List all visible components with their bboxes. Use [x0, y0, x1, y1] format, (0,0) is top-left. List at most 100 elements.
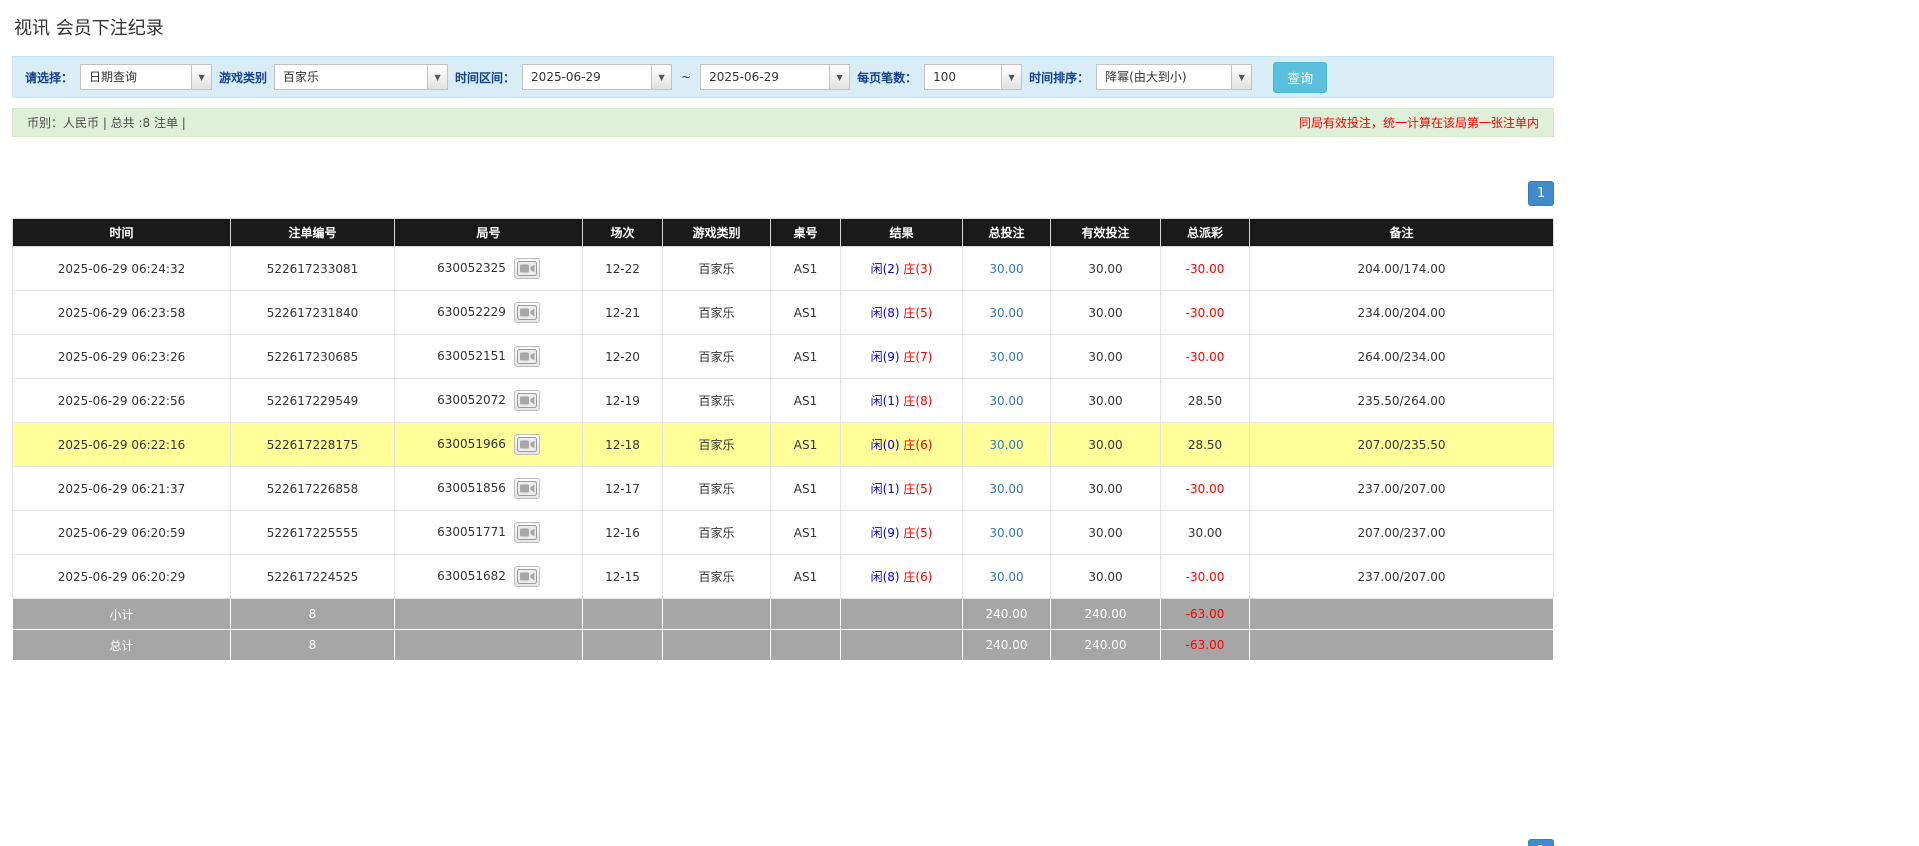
- result-banker: 庄(6): [903, 438, 933, 452]
- view-round-media-button[interactable]: [513, 522, 540, 543]
- cell-table-no: AS1: [770, 378, 841, 423]
- header-result: 结果: [840, 218, 963, 247]
- total-payout: -63.00: [1160, 629, 1250, 661]
- total-bet-link[interactable]: 30.00: [989, 306, 1023, 320]
- cell-session: 12-18: [582, 422, 663, 467]
- date-type-combobox[interactable]: 日期查询 ▼: [80, 64, 213, 90]
- result-player: 闲(0): [870, 438, 900, 452]
- result-player: 闲(8): [870, 570, 900, 584]
- cell-session: 12-22: [582, 246, 663, 291]
- cell-payout: -30.00: [1160, 554, 1250, 599]
- total-bet-link[interactable]: 30.00: [989, 394, 1023, 408]
- cell-table-no: AS1: [770, 466, 841, 511]
- header-session: 场次: [582, 218, 663, 247]
- view-round-media-button[interactable]: [513, 302, 540, 323]
- chevron-down-icon[interactable]: ▼: [427, 65, 448, 89]
- cell-game-type: 百家乐: [662, 422, 771, 467]
- cell-total-bet: 30.00: [962, 290, 1051, 335]
- total-bet-link[interactable]: 30.00: [989, 350, 1023, 364]
- cell-time: 2025-06-29 06:22:56: [12, 378, 231, 423]
- header-table-no: 桌号: [770, 218, 841, 247]
- view-round-media-button[interactable]: [513, 258, 540, 279]
- total-bet-link[interactable]: 30.00: [989, 482, 1023, 496]
- bet-records-table: 时间 注单编号 局号 场次 游戏类别 桌号 结果 总投注 有效投注 总派彩 备注…: [12, 218, 1554, 661]
- total-bet-link[interactable]: 30.00: [989, 438, 1023, 452]
- cell-round-no: 630052151: [394, 334, 583, 379]
- chevron-down-icon[interactable]: ▼: [1231, 65, 1252, 89]
- round-number: 630051682: [437, 569, 506, 583]
- header-remark: 备注: [1249, 218, 1554, 247]
- cell-result: 闲(9) 庄(7): [840, 334, 963, 379]
- header-game-type: 游戏类别: [662, 218, 771, 247]
- cell-payout: -30.00: [1160, 290, 1250, 335]
- result-player: 闲(8): [870, 306, 900, 320]
- chevron-down-icon[interactable]: ▼: [1001, 65, 1022, 89]
- round-number: 630052325: [437, 261, 506, 275]
- cell-session: 12-19: [582, 378, 663, 423]
- cell-payout: -30.00: [1160, 246, 1250, 291]
- subtotal-valid-bet: 240.00: [1050, 598, 1161, 630]
- cell-bet-no: 522617231840: [230, 290, 395, 335]
- cell-time: 2025-06-29 06:23:26: [12, 334, 231, 379]
- view-round-media-button[interactable]: [513, 346, 540, 367]
- result-player: 闲(1): [870, 394, 900, 408]
- select-type-label: 请选择：: [25, 70, 74, 85]
- cell-result: 闲(1) 庄(5): [840, 466, 963, 511]
- search-button[interactable]: 查询: [1273, 61, 1328, 93]
- page-button-1[interactable]: 1: [1528, 839, 1554, 846]
- table-row: 2025-06-29 06:21:37 522617226858 6300518…: [12, 466, 1554, 511]
- chevron-down-icon[interactable]: ▼: [829, 65, 850, 89]
- view-round-media-button[interactable]: [513, 478, 540, 499]
- date-from-combobox[interactable]: 2025-06-29 ▼: [522, 64, 673, 90]
- pagination-bottom: 1: [12, 839, 1554, 846]
- cell-result: 闲(9) 庄(5): [840, 510, 963, 555]
- sort-order-label: 时间排序：: [1029, 70, 1090, 85]
- cell-payout: 28.50: [1160, 422, 1250, 467]
- cell-round-no: 630052325: [394, 246, 583, 291]
- round-number: 630051966: [437, 437, 506, 451]
- total-bet-link[interactable]: 30.00: [989, 262, 1023, 276]
- table-footer: 小计 8 240.00 240.00 -63.00 总计 8 240.00 24…: [12, 598, 1554, 661]
- game-type-combobox[interactable]: 百家乐 ▼: [274, 64, 449, 90]
- view-round-media-button[interactable]: [513, 434, 540, 455]
- table-row: 2025-06-29 06:22:16 522617228175 6300519…: [12, 422, 1554, 467]
- result-banker: 庄(5): [903, 306, 933, 320]
- header-bet-no: 注单编号: [230, 218, 395, 247]
- chevron-down-icon[interactable]: ▼: [191, 65, 212, 89]
- view-round-media-button[interactable]: [513, 566, 540, 587]
- header-payout: 总派彩: [1160, 218, 1250, 247]
- total-bet-link[interactable]: 30.00: [989, 570, 1023, 584]
- video-camera-icon: [516, 569, 537, 584]
- cell-game-type: 百家乐: [662, 378, 771, 423]
- cell-result: 闲(2) 庄(3): [840, 246, 963, 291]
- page-size-combobox[interactable]: 100 ▼: [924, 64, 1023, 90]
- cell-session: 12-15: [582, 554, 663, 599]
- result-banker: 庄(5): [903, 482, 933, 496]
- cell-bet-no: 522617224525: [230, 554, 395, 599]
- cell-bet-no: 522617226858: [230, 466, 395, 511]
- video-camera-icon: [516, 261, 537, 276]
- total-bet-link[interactable]: 30.00: [989, 526, 1023, 540]
- cell-payout: 28.50: [1160, 378, 1250, 423]
- cell-total-bet: 30.00: [962, 422, 1051, 467]
- sort-order-combobox[interactable]: 降幂(由大到小) ▼: [1096, 64, 1253, 90]
- sort-order-value: 降幂(由大到小): [1105, 70, 1187, 84]
- cell-time: 2025-06-29 06:20:29: [12, 554, 231, 599]
- cell-table-no: AS1: [770, 422, 841, 467]
- cell-game-type: 百家乐: [662, 334, 771, 379]
- date-to-combobox[interactable]: 2025-06-29 ▼: [700, 64, 851, 90]
- round-number: 630052229: [437, 305, 506, 319]
- view-round-media-button[interactable]: [513, 390, 540, 411]
- filter-bar: 请选择： 日期查询 ▼ 游戏类别 百家乐 ▼ 时间区间： 2025-06-29 …: [12, 56, 1554, 98]
- cell-time: 2025-06-29 06:23:58: [12, 290, 231, 335]
- chevron-down-icon[interactable]: ▼: [651, 65, 672, 89]
- cell-session: 12-20: [582, 334, 663, 379]
- total-valid-bet: 240.00: [1050, 629, 1161, 661]
- page-button-1[interactable]: 1: [1528, 181, 1554, 206]
- cell-valid-bet: 30.00: [1050, 290, 1161, 335]
- result-player: 闲(2): [870, 262, 900, 276]
- cell-result: 闲(8) 庄(6): [840, 554, 963, 599]
- cell-table-no: AS1: [770, 246, 841, 291]
- cell-round-no: 630051966: [394, 422, 583, 467]
- cell-remark: 207.00/235.50: [1249, 422, 1554, 467]
